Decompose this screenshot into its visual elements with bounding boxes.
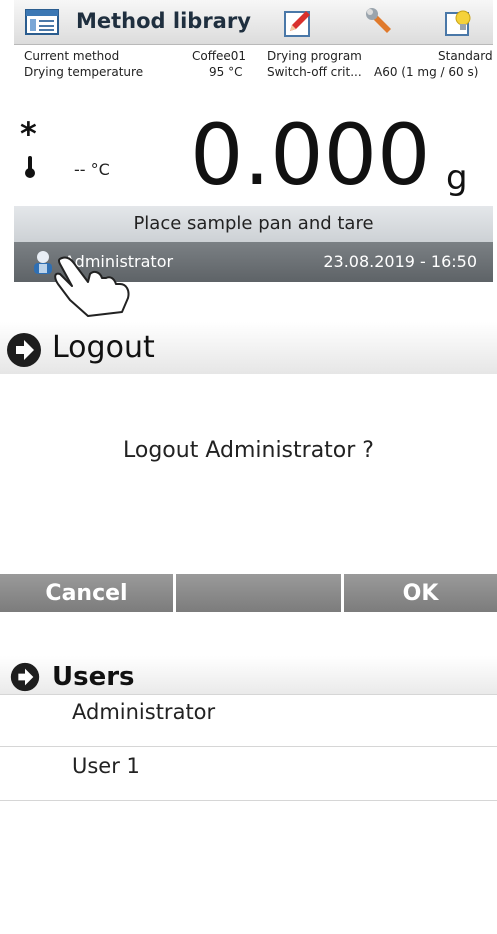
logout-message: Logout Administrator ?: [123, 438, 374, 463]
temperature-readout: -- °C: [74, 160, 110, 179]
logout-dialog-title: Logout: [52, 330, 155, 365]
method-library-icon[interactable]: [24, 7, 62, 37]
stability-indicator: *: [20, 115, 37, 153]
main-screen: Method library Current method Coffee01 D…: [14, 0, 493, 282]
user-item-administrator[interactable]: Administrator: [72, 700, 215, 724]
empty-button: [176, 574, 344, 612]
thermometer-icon: [24, 155, 36, 183]
edit-icon[interactable]: [282, 7, 314, 39]
status-datetime: 23.08.2019 - 16:50: [323, 252, 477, 271]
wrench-icon[interactable]: [364, 7, 396, 39]
user-item-user1[interactable]: User 1: [72, 754, 140, 778]
arrow-circle-icon: [10, 662, 40, 692]
current-method-value: Coffee01: [192, 49, 247, 63]
tips-icon[interactable]: [444, 7, 476, 39]
switch-off-label: Switch-off crit...: [267, 65, 362, 79]
prompt-text: Place sample pan and tare: [133, 213, 374, 234]
divider: [0, 800, 497, 801]
ok-button[interactable]: OK: [344, 574, 497, 612]
prompt-bar: Place sample pan and tare: [14, 206, 493, 242]
current-method-label: Current method: [24, 49, 120, 63]
hand-pointer-icon: [48, 254, 158, 318]
divider: [0, 746, 497, 747]
drying-temperature-value: 95 °C: [209, 65, 243, 79]
weight-value: 0.000: [190, 106, 431, 204]
drying-program-value: Standard: [438, 49, 493, 63]
users-dialog-title: Users: [52, 662, 135, 692]
arrow-circle-icon: [6, 332, 42, 368]
drying-temperature-label: Drying temperature: [24, 65, 144, 79]
switch-off-value: A60 (1 mg / 60 s): [374, 65, 479, 79]
weight-unit: g: [446, 158, 468, 198]
drying-program-label: Drying program: [267, 49, 362, 63]
header-title: Method library: [76, 9, 251, 33]
divider: [0, 694, 497, 695]
cancel-button[interactable]: Cancel: [0, 574, 176, 612]
